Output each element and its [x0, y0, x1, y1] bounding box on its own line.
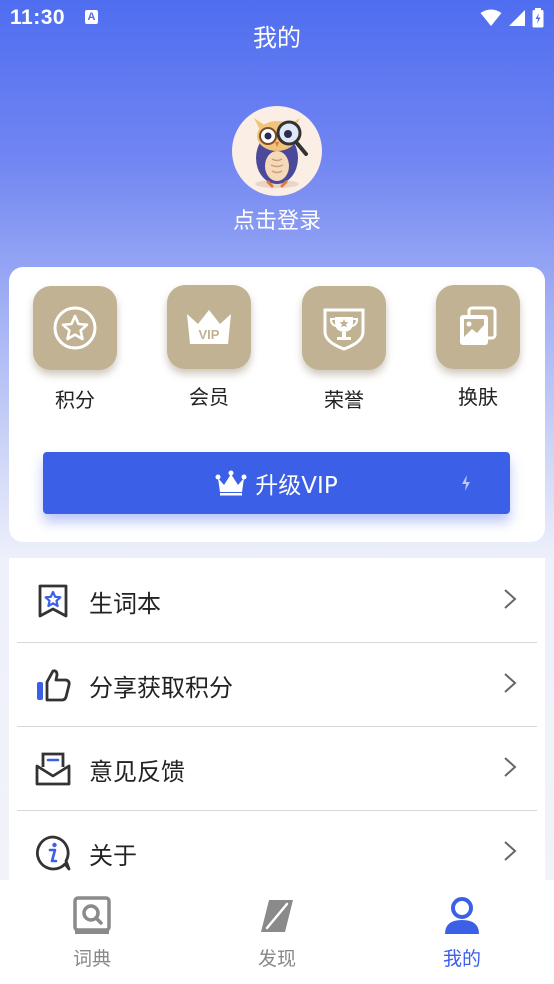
chevron-right-icon: [504, 589, 517, 609]
skin-photos-icon: [460, 306, 497, 345]
upgrade-vip-label: 升级VIP: [255, 473, 338, 499]
feature-label: 换肤: [458, 385, 498, 409]
feature-vip[interactable]: VIP 会员: [164, 285, 254, 410]
avatar[interactable]: [232, 106, 322, 196]
nav-tab-discover[interactable]: 发现: [217, 894, 337, 971]
feature-card: 积分 VIP 会员 荣誉 换肤 升级VIP: [9, 267, 545, 542]
lightning-icon: [462, 475, 470, 491]
upgrade-vip-button[interactable]: 升级VIP: [43, 452, 510, 514]
nav-tab-dictionary[interactable]: 词典: [32, 894, 152, 971]
crown-icon: [215, 470, 247, 496]
owl-mascot-icon: [254, 118, 308, 188]
bookmark-star-icon: [38, 584, 68, 618]
discover-leaf-icon: [217, 894, 337, 938]
feature-honor[interactable]: 荣誉: [299, 286, 389, 413]
login-link[interactable]: 点击登录: [0, 203, 554, 235]
mail-feedback-icon: [35, 752, 71, 786]
bottom-nav: 词典 发现 我的: [0, 880, 554, 984]
feature-tile: VIP: [167, 285, 251, 369]
feature-tile: [436, 285, 520, 369]
menu-item-share[interactable]: 分享获取积分: [17, 642, 537, 727]
feature-tile: [33, 286, 117, 370]
feature-label: 会员: [189, 385, 229, 409]
feature-points[interactable]: 积分: [30, 286, 120, 413]
feature-skin[interactable]: 换肤: [433, 285, 523, 410]
menu-item-label: 意见反馈: [89, 758, 185, 786]
menu-item-label: 分享获取积分: [89, 674, 233, 702]
chevron-right-icon: [504, 673, 517, 693]
menu-item-about[interactable]: 关于: [17, 810, 537, 880]
svg-text:VIP: VIP: [199, 327, 220, 342]
info-icon: [36, 835, 71, 871]
menu-item-vocabulary[interactable]: 生词本: [17, 558, 537, 643]
nav-label: 词典: [72, 948, 111, 970]
thumbs-up-icon: [37, 669, 71, 702]
feature-tile: [302, 286, 386, 370]
vip-crown-icon: VIP: [187, 310, 231, 344]
page-title: 我的: [253, 24, 301, 52]
points-star-icon: [53, 306, 97, 350]
dictionary-icon: [32, 894, 152, 938]
menu-item-feedback[interactable]: 意见反馈: [17, 726, 537, 811]
menu-item-label: 生词本: [89, 590, 161, 618]
nav-tab-mine[interactable]: 我的: [402, 894, 522, 971]
nav-label: 我的: [442, 948, 481, 970]
trophy-badge-icon: [323, 308, 365, 351]
chevron-right-icon: [504, 757, 517, 777]
nav-label: 发现: [257, 948, 296, 970]
feature-label: 荣誉: [324, 388, 364, 412]
feature-label: 积分: [55, 388, 95, 412]
profile-person-icon: [402, 894, 522, 938]
menu-item-label: 关于: [89, 842, 137, 870]
chevron-right-icon: [504, 841, 517, 861]
menu-list: 生词本 分享获取积分 意见反馈 关于: [9, 558, 545, 880]
